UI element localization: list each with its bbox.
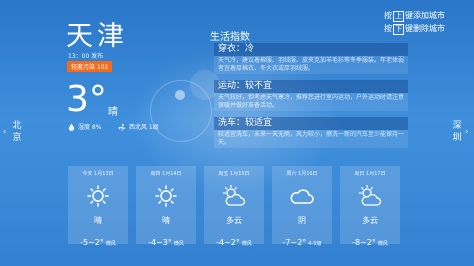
forecast-condition: 阴 [298, 216, 306, 225]
wind-info: 西北风 1级 [118, 122, 159, 131]
forecast-wind: 4-5级 [308, 241, 322, 247]
prev-city-button[interactable]: 北京 [11, 120, 23, 144]
life-index-label: 穿衣：冷 [214, 43, 408, 56]
add-city-hint: 按上键添加城市 [384, 10, 445, 22]
life-index-title: 生活指数 [210, 32, 250, 43]
forecast-wind: 微风 [241, 241, 252, 247]
forecast-temp: -8~2° [352, 238, 376, 247]
down-key-icon: 下 [393, 24, 404, 35]
city-name: 天津 [66, 21, 128, 52]
forecast-condition: 晴 [162, 216, 170, 225]
forecast-day-card[interactable]: 周四 1月14日 晴 -4~3° 微风 [136, 166, 196, 247]
partly-cloudy-icon [358, 185, 382, 206]
next-city-arrow[interactable]: › [465, 127, 468, 136]
forecast-condition: 多云 [226, 216, 242, 225]
life-index-label: 运动：较不宜 [214, 80, 408, 93]
forecast-day-card[interactable]: 周五 1月15日 多云 -4~2° 微风 [204, 166, 264, 247]
humidity-icon [68, 123, 75, 131]
wind-text: 西北风 1级 [129, 124, 159, 131]
forecast-temp: -4~2° [216, 238, 240, 247]
hint-suffix: 键删除城市 [405, 24, 445, 33]
forecast-wind: 微风 [173, 241, 184, 247]
up-key-icon: 上 [393, 11, 404, 22]
forecast-range: -5~2° 微风 [68, 230, 128, 249]
delete-city-hint: 按下键删除城市 [384, 23, 445, 35]
wind-icon [118, 123, 126, 131]
forecast-day-card[interactable]: 周六 1月16日 阴 -7~2° 4-5级 [272, 166, 332, 247]
life-index-detail: 天气较好，但考虑天气寒冷，推荐您进行室内运动，户外运动时请注意保暖并做好准备活动… [214, 93, 408, 111]
sun-icon [87, 185, 109, 207]
life-index-label: 洗车：较适宜 [214, 117, 408, 130]
hint-prefix: 按 [384, 24, 392, 33]
forecast-condition: 晴 [94, 216, 102, 225]
life-index-carwash: 洗车：较适宜 较适宜洗车，未来一天无雨，风力较小，擦洗一新的汽车至少能保持一天。 [214, 117, 408, 148]
forecast-temp: -5~2° [80, 238, 104, 247]
forecast-range: -8~2° 微风 [340, 230, 400, 249]
update-time: 13：00 发布 [68, 53, 104, 60]
humidity-info: 湿度 8% [68, 122, 101, 131]
forecast-date: 周四 1月14日 [150, 171, 182, 177]
life-index-detail: 较适宜洗车，未来一天无雨，风力较小，擦洗一新的汽车至少能保持一天。 [214, 130, 408, 148]
background-bubble [175, 90, 185, 100]
forecast-day-card[interactable]: 今天 1月13日 晴 -5~2° 微风 [68, 166, 128, 247]
forecast-range: -4~2° 微风 [204, 230, 264, 249]
partly-cloudy-icon [222, 185, 246, 206]
forecast-temp: -7~2° [282, 238, 307, 247]
forecast-day-card[interactable]: 周日 1月17日 多云 -8~2° 微风 [340, 166, 400, 247]
forecast-date: 周六 1月16日 [286, 171, 318, 177]
hint-prefix: 按 [384, 11, 392, 20]
forecast-range: -7~2° 4-5级 [272, 230, 332, 249]
humidity-text: 湿度 8% [78, 124, 102, 131]
forecast-wind: 微风 [377, 241, 388, 247]
forecast-wind: 微风 [105, 241, 116, 247]
current-condition: 晴 [108, 107, 118, 118]
aqi-badge: 轻度污染 102 [67, 61, 113, 72]
forecast-date: 今天 1月13日 [82, 171, 114, 177]
forecast-condition: 多云 [362, 216, 378, 225]
life-index-detail: 天气冷，建议着棉服、羽绒服、皮夹克加羊毛衫等冬季服装。年老体弱者宜着厚棉衣、冬大… [214, 56, 408, 74]
background-bubble [150, 80, 212, 142]
life-index-sport: 运动：较不宜 天气较好，但考虑天气寒冷，推荐您进行室内运动，户外运动时请注意保暖… [214, 80, 408, 111]
life-index-clothing: 穿衣：冷 天气冷，建议着棉服、羽绒服、皮夹克加羊毛衫等冬季服装。年老体弱者宜着厚… [214, 43, 408, 74]
cloud-icon [290, 189, 314, 204]
prev-city-arrow[interactable]: ‹ [3, 127, 6, 136]
sun-icon [155, 185, 177, 207]
forecast-range: -4~3° 微风 [136, 230, 196, 249]
forecast-date: 周五 1月15日 [218, 171, 250, 177]
forecast-temp: -4~3° [148, 238, 172, 247]
current-temperature: 3° [66, 79, 107, 120]
next-city-button[interactable]: 深圳 [451, 120, 463, 144]
hint-suffix: 键添加城市 [405, 11, 445, 20]
forecast-date: 周日 1月17日 [354, 171, 386, 177]
